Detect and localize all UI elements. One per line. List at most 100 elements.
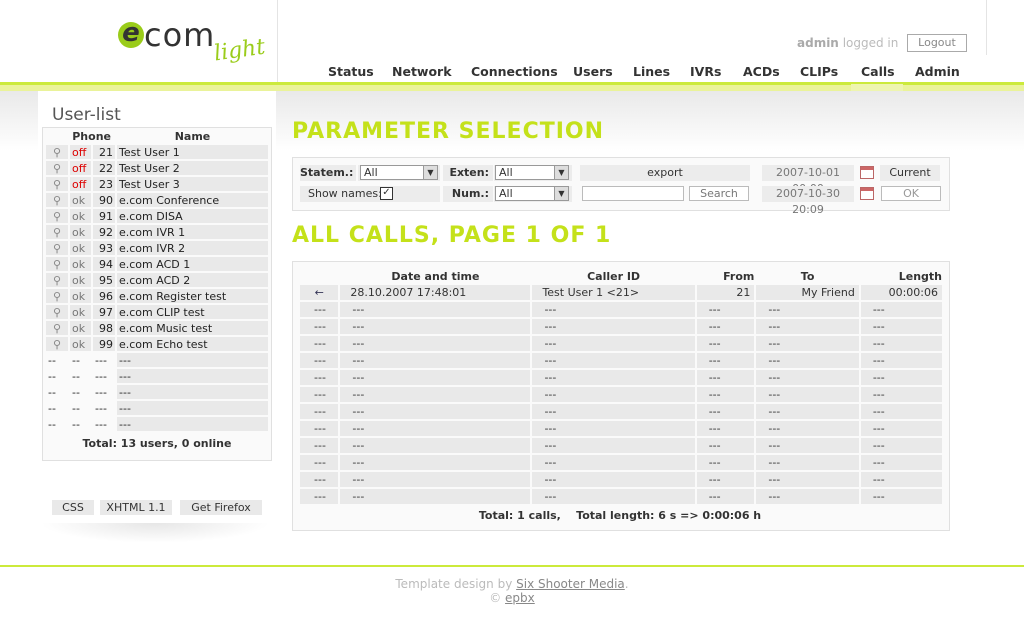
six-shooter-link[interactable]: Six Shooter Media [516,577,625,591]
user-name[interactable]: e.com Echo test [117,337,268,351]
list-item[interactable]: ⚲ ok 94 e.com ACD 1 [46,257,268,271]
list-item[interactable]: ⚲ ok 95 e.com ACD 2 [46,273,268,287]
calendar-icon[interactable] [860,187,874,200]
user-name[interactable]: e.com DISA [117,209,268,223]
list-item-empty: -- -- --- --- [46,385,268,399]
empty-cell: --- [340,455,531,470]
user-name[interactable]: e.com IVR 1 [117,225,268,239]
user-name[interactable]: e.com ACD 2 [117,273,268,287]
statem-select[interactable]: All ▼ [360,165,438,180]
footer-copyright-prefix: © [489,591,506,605]
nav-admin[interactable]: Admin [915,64,960,79]
login-text: logged in [842,36,899,50]
user-name[interactable]: e.com Music test [117,321,268,335]
user-name[interactable]: e.com Register test [117,289,268,303]
col-from: From [723,270,755,283]
calendar-icon[interactable] [860,166,874,179]
list-item[interactable]: ⚲ ok 91 e.com DISA [46,209,268,223]
list-item[interactable]: ⚲ ok 98 e.com Music test [46,321,268,335]
nav-acds[interactable]: ACDs [743,64,780,79]
user-status: ok [70,241,91,255]
nav-ivrs[interactable]: IVRs [690,64,721,79]
export-link[interactable]: export [580,165,750,181]
col-length: Length [898,270,942,283]
list-item[interactable]: ⚲ ok 99 e.com Echo test [46,337,268,351]
user-name[interactable]: e.com ACD 1 [117,257,268,271]
list-item[interactable]: ⚲ off 22 Test User 2 [46,161,268,175]
empty-cell: -- [46,401,68,415]
exten-select[interactable]: All ▼ [495,165,569,180]
empty-cell: --- [756,421,859,436]
empty-cell: --- [756,370,859,385]
footer-line [0,565,1024,567]
empty-cell: --- [93,353,115,367]
user-name[interactable]: Test User 2 [117,161,268,175]
user-name[interactable]: Test User 1 [117,145,268,159]
xhtml-button[interactable]: XHTML 1.1 [100,500,172,515]
list-item[interactable]: ⚲ ok 93 e.com IVR 2 [46,241,268,255]
empty-cell: --- [696,489,755,504]
logout-button[interactable]: Logout [907,34,967,52]
nav-connections[interactable]: Connections [471,64,558,79]
bulb-icon: ⚲ [46,337,68,351]
chevron-down-icon: ▼ [554,166,568,179]
empty-cell: --- [860,353,942,368]
col-caller: Caller ID [587,270,641,283]
empty-cell: --- [300,370,339,385]
user-name[interactable]: e.com Conference [117,193,268,207]
col-icon [300,270,338,283]
statem-value: All [364,166,378,179]
empty-cell: --- [756,455,859,470]
empty-cell: --- [300,336,339,351]
user-name[interactable]: e.com IVR 2 [117,241,268,255]
list-item[interactable]: ⚲ off 21 Test User 1 [46,145,268,159]
logo-com: com [144,16,216,54]
user-phone: 92 [93,225,115,239]
user-name[interactable]: Test User 3 [117,177,268,191]
empty-cell: --- [300,438,339,453]
empty-cell: --- [532,455,695,470]
list-item[interactable]: ⚲ ok 90 e.com Conference [46,193,268,207]
user-name[interactable]: e.com CLIP test [117,305,268,319]
list-item[interactable]: ⚲ off 23 Test User 3 [46,177,268,191]
table-row-empty: --- --- --- --- --- --- [300,404,942,419]
call-datetime: 28.10.2007 17:48:01 [340,285,531,300]
user-phone: 95 [93,273,115,287]
footer-copyright: © epbx [0,591,1024,605]
nav-lines[interactable]: Lines [633,64,670,79]
table-row[interactable]: ← 28.10.2007 17:48:01 Test User 1 <21> 2… [300,285,942,300]
empty-cell: --- [300,353,339,368]
nav-network[interactable]: Network [392,64,452,79]
empty-cell: --- [532,421,695,436]
header-divider [986,0,987,55]
bulb-icon: ⚲ [46,289,68,303]
logo[interactable]: e com light [118,19,267,66]
empty-cell: --- [860,302,942,317]
empty-cell: --- [93,369,115,383]
empty-cell: --- [860,472,942,487]
show-names-checkbox[interactable]: ✓ [380,187,393,200]
list-item[interactable]: ⚲ ok 92 e.com IVR 1 [46,225,268,239]
empty-cell: --- [860,438,942,453]
logo-light: light [212,34,267,67]
ok-button[interactable]: OK [881,186,941,201]
css-button[interactable]: CSS [52,500,94,515]
list-item[interactable]: ⚲ ok 97 e.com CLIP test [46,305,268,319]
nav-status[interactable]: Status [328,64,374,79]
empty-cell: --- [532,370,695,385]
epbx-link[interactable]: epbx [505,591,535,605]
empty-cell: --- [532,438,695,453]
search-input[interactable] [582,186,684,201]
empty-cell: -- [46,385,68,399]
nav-users[interactable]: Users [573,64,613,79]
num-select[interactable]: All ▼ [495,186,569,201]
col-datetime: Date and time [391,270,480,283]
get-firefox-button[interactable]: Get Firefox [180,500,262,515]
list-item[interactable]: ⚲ ok 96 e.com Register test [46,289,268,303]
nav-clips[interactable]: CLIPs [800,64,838,79]
user-status: ok [70,257,91,271]
user-status: ok [70,321,91,335]
user-status: off [70,177,91,191]
nav-calls[interactable]: Calls [861,64,895,79]
search-button[interactable]: Search [689,186,749,201]
